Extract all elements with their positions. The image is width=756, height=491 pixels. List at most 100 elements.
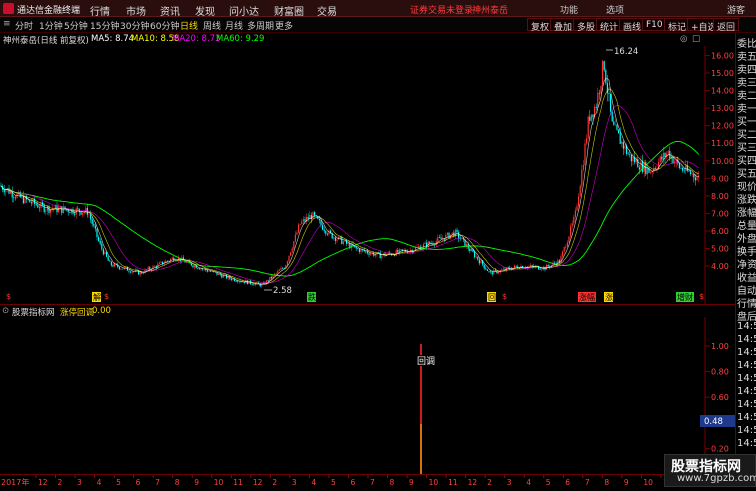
nav-ask[interactable]: 问小达 bbox=[229, 3, 259, 18]
title-bar: 通达信金融终端 行情 市场 资讯 发现 问小达 财富圈 交易 证券交易未登录 神… bbox=[0, 0, 756, 18]
kline-chart[interactable]: 16.00 15.00 14.00 13.00 12.00 11.00 10.00 9.00 8… bbox=[0, 46, 735, 304]
price-tick-label: 10.00 bbox=[711, 157, 734, 166]
tab-60min[interactable]: 60分钟 bbox=[150, 19, 179, 32]
candle-body bbox=[280, 268, 282, 270]
tab-30min[interactable]: 30分钟 bbox=[120, 19, 149, 32]
candle-body bbox=[222, 275, 224, 278]
indicator-menu-icon[interactable]: ⊙ bbox=[2, 306, 9, 316]
candle-body bbox=[347, 243, 349, 244]
candle-body bbox=[493, 270, 495, 275]
tab-15min[interactable]: 15分钟 bbox=[90, 19, 119, 32]
candle-body bbox=[587, 116, 589, 139]
login-notice[interactable]: 证券交易未登录 bbox=[410, 3, 473, 16]
candle-body bbox=[312, 212, 314, 220]
candle-body bbox=[608, 93, 610, 94]
side-panel-label: 14:50 bbox=[737, 334, 756, 345]
side-panel-label: 14:50 bbox=[737, 425, 756, 436]
date-tick-label: 12 bbox=[253, 478, 263, 487]
ma-info-bar: 神州泰岳(日线 前复权) MA5: 8.74 MA10: 8.58 MA20: … bbox=[0, 33, 735, 46]
menu-guest[interactable]: 游客 bbox=[727, 3, 745, 16]
event-tag-1: 跌 bbox=[308, 292, 316, 302]
candle-body bbox=[554, 262, 556, 264]
candle-body bbox=[77, 208, 79, 210]
btn-back[interactable]: 返回 bbox=[713, 18, 740, 33]
candle-body bbox=[299, 223, 301, 225]
tab-timeshare[interactable]: 分时 bbox=[15, 19, 33, 32]
candle-body bbox=[142, 273, 144, 274]
nav-news[interactable]: 资讯 bbox=[160, 3, 180, 18]
menu-options[interactable]: 选项 bbox=[606, 3, 624, 16]
tab-multi-period[interactable]: 多周期 bbox=[247, 19, 274, 32]
toolbar-menu-icon[interactable]: ≡ bbox=[3, 19, 11, 29]
candle-body bbox=[296, 232, 298, 235]
candle-body bbox=[515, 265, 517, 267]
tab-1min[interactable]: 1分钟 bbox=[39, 19, 63, 32]
date-tick-label: 8 bbox=[604, 478, 609, 487]
indicator-readout: 0.48 bbox=[704, 417, 723, 427]
candle-body bbox=[696, 177, 698, 181]
candle-body bbox=[365, 251, 367, 252]
candle-body bbox=[102, 248, 104, 255]
tab-monthly[interactable]: 月线 bbox=[225, 19, 243, 32]
tab-daily[interactable]: 日线 bbox=[180, 19, 198, 32]
candle-body bbox=[251, 283, 253, 285]
event-tag-4: 涨 bbox=[605, 292, 613, 302]
candle-body bbox=[650, 172, 652, 173]
indicator-chart[interactable]: 回调 1.000.800.600.400.20 0.48 bbox=[0, 317, 735, 474]
candle-body bbox=[120, 268, 122, 270]
candle-body bbox=[109, 260, 111, 262]
nav-market[interactable]: 市场 bbox=[126, 3, 146, 18]
ma5-value: MA5: 8.74 bbox=[91, 34, 135, 44]
candle-body bbox=[429, 241, 431, 244]
chart-settings-icon[interactable]: ◎ bbox=[680, 34, 687, 44]
candle-body bbox=[576, 206, 578, 211]
candle-body bbox=[483, 264, 485, 269]
date-tick-label: 5 bbox=[546, 478, 551, 487]
chart-maximize-icon[interactable]: □ bbox=[692, 34, 700, 44]
event-tag-5: 增财 bbox=[677, 292, 693, 302]
indicator-grid bbox=[704, 317, 710, 474]
candle-body bbox=[440, 237, 442, 239]
side-panel-label: 14:50 bbox=[737, 321, 756, 332]
tab-weekly[interactable]: 周线 bbox=[203, 19, 221, 32]
candle-body bbox=[333, 237, 335, 239]
nav-quotes[interactable]: 行情 bbox=[90, 3, 110, 18]
candle-body bbox=[664, 152, 666, 157]
candle-body bbox=[358, 248, 360, 252]
btn-f10[interactable]: F10 bbox=[642, 18, 667, 31]
candle-body bbox=[566, 242, 568, 247]
candle-body bbox=[621, 141, 623, 144]
candle-body bbox=[14, 197, 16, 199]
candle-body bbox=[640, 160, 642, 170]
candle-body bbox=[571, 223, 573, 227]
stock-name: 神州泰岳 bbox=[472, 6, 509, 16]
nav-trade[interactable]: 交易 bbox=[317, 3, 337, 18]
candle-body bbox=[101, 243, 103, 249]
candle-body bbox=[197, 268, 199, 269]
tab-more[interactable]: 更多 bbox=[275, 19, 293, 32]
candle-body bbox=[192, 265, 194, 268]
candle-body bbox=[294, 234, 296, 242]
date-tick-label: 3 bbox=[292, 478, 297, 487]
candle-body bbox=[69, 212, 71, 214]
side-panel-label: 14:50 bbox=[737, 373, 756, 384]
candle-body bbox=[614, 124, 616, 126]
date-tick-label: 12 bbox=[38, 478, 48, 487]
tab-5min[interactable]: 5分钟 bbox=[64, 19, 88, 32]
menu-function[interactable]: 功能 bbox=[560, 3, 578, 16]
candle-body bbox=[110, 261, 112, 266]
candle-body bbox=[237, 281, 239, 283]
candlestick-series bbox=[0, 59, 700, 288]
candle-body bbox=[602, 61, 604, 86]
nav-wealth[interactable]: 财富圈 bbox=[274, 3, 304, 18]
ma20-line bbox=[0, 104, 699, 284]
candle-body bbox=[86, 207, 88, 215]
candle-body bbox=[221, 274, 223, 278]
nav-discover[interactable]: 发现 bbox=[195, 3, 215, 18]
date-tick-label: 4 bbox=[311, 478, 316, 487]
candle-body bbox=[90, 214, 92, 220]
watermark: 股票指标网 www.7gpzb.com bbox=[664, 454, 756, 487]
candle-body bbox=[491, 271, 493, 275]
candle-body bbox=[659, 156, 661, 163]
candle-body bbox=[339, 236, 341, 238]
